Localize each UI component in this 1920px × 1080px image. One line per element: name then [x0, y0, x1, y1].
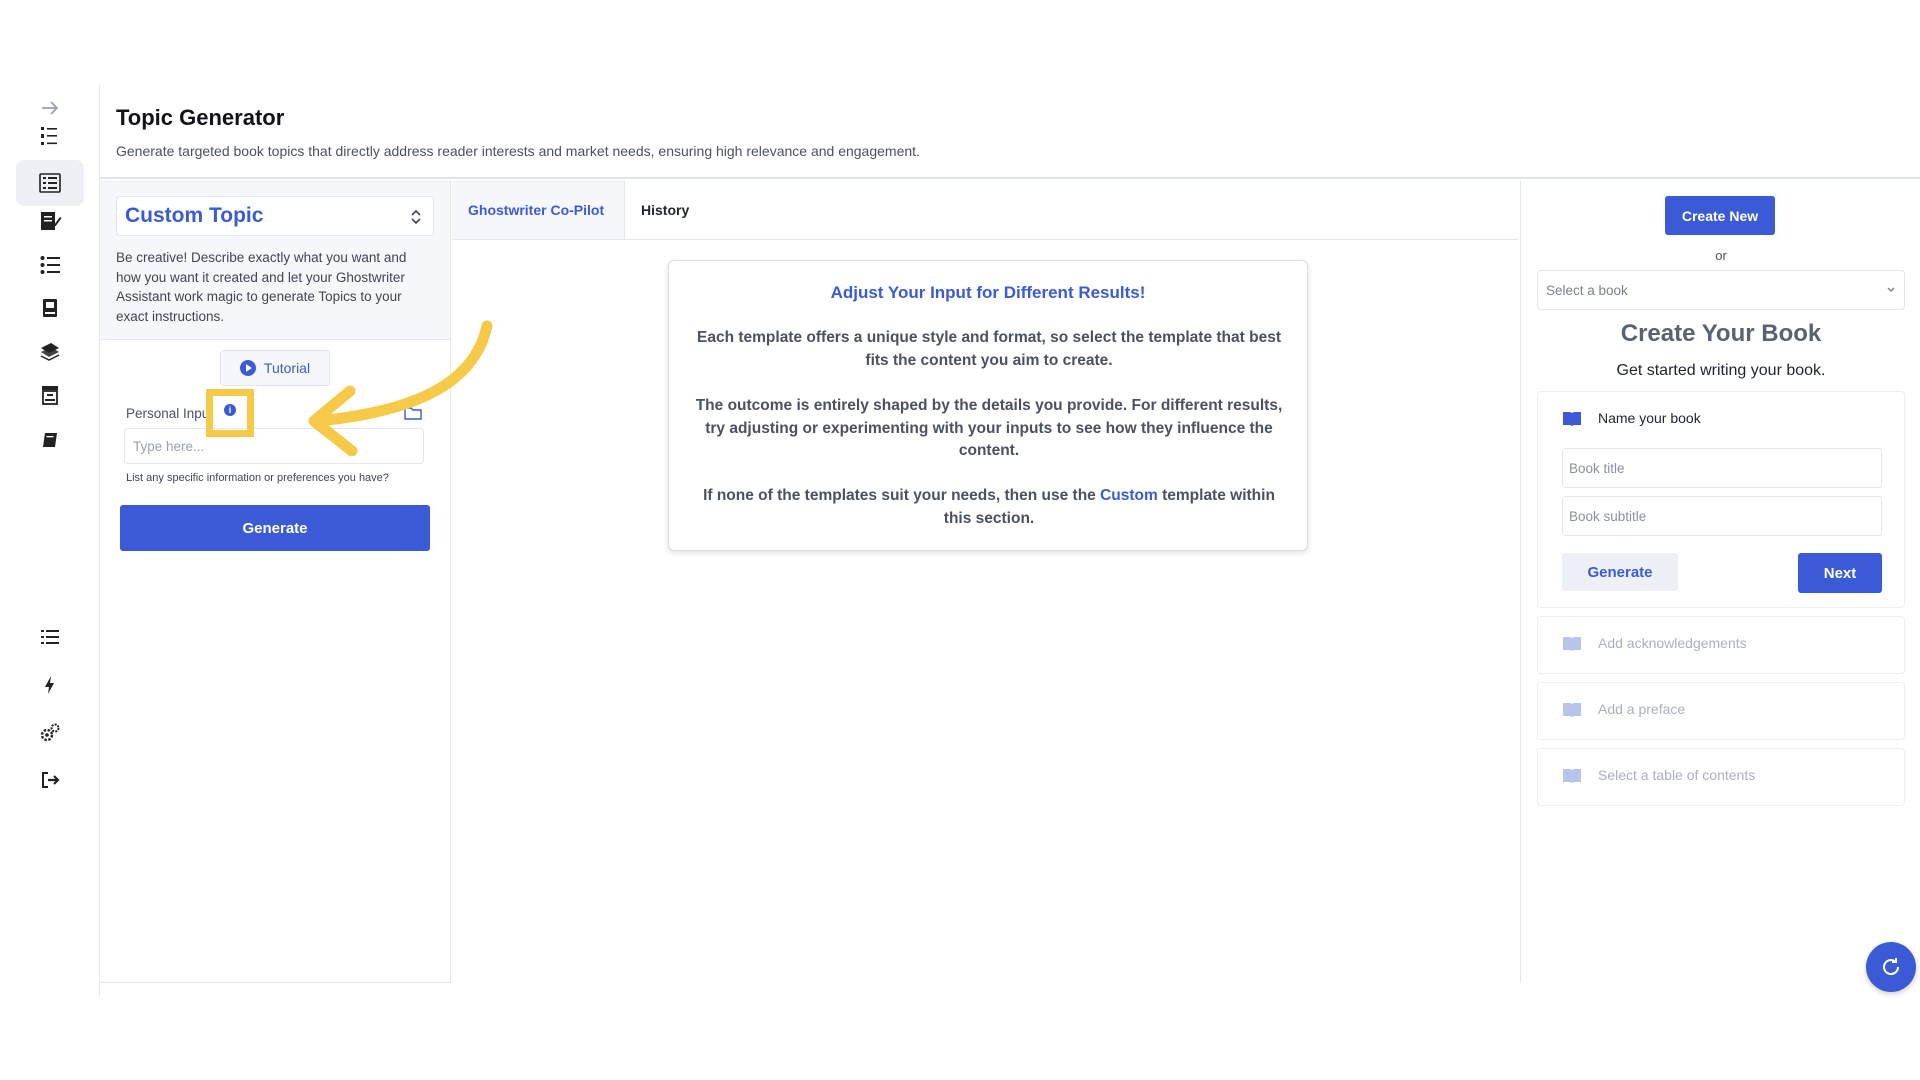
sidebar-item-archive[interactable]: [16, 372, 84, 418]
topic-template-select[interactable]: Custom Topic: [116, 196, 434, 236]
sidebar-item-books[interactable]: [16, 285, 84, 331]
highlight-box: [206, 389, 254, 437]
next-button[interactable]: Next: [1798, 553, 1882, 593]
step-label: Select a table of contents: [1598, 767, 1756, 783]
personal-input-help: List any specific information or prefere…: [126, 472, 389, 484]
book-panel: Create New or Select a book Create Your …: [1520, 180, 1920, 983]
refresh-icon: [1883, 958, 1900, 976]
page-header: Topic Generator Generate targeted book t…: [100, 85, 1920, 179]
personal-input-label: Personal Input: [126, 406, 214, 421]
book-icon: [43, 433, 57, 447]
step-name-book: Name your book Generate Next: [1537, 391, 1905, 608]
generate-button[interactable]: Generate: [120, 505, 430, 551]
sidebar-item-list[interactable]: [16, 242, 84, 288]
step-header: Add a preface: [1562, 701, 1685, 717]
step-header: Name your book: [1562, 410, 1701, 426]
sidebar-item-menu[interactable]: [16, 614, 84, 660]
chevron-down-icon: [1887, 287, 1895, 292]
settings-icon: [40, 723, 60, 742]
open-book-icon: [1563, 703, 1581, 717]
assistant-fab[interactable]: [1866, 942, 1916, 992]
archive-icon: [42, 386, 58, 405]
step-table-of-contents[interactable]: Select a table of contents: [1537, 748, 1905, 806]
create-new-button[interactable]: Create New: [1665, 196, 1775, 235]
edit-book-icon: [41, 212, 62, 230]
step-preface[interactable]: Add a preface: [1537, 682, 1905, 740]
info-card-text: If none of the templates suit your needs…: [703, 487, 1101, 504]
custom-template-link[interactable]: Custom: [1100, 487, 1158, 504]
generate-title-button[interactable]: Generate: [1562, 553, 1678, 591]
book-select[interactable]: Select a book: [1537, 270, 1905, 310]
logout-icon: [42, 772, 60, 788]
tab-bar: Ghostwriter Co-Pilot History: [452, 180, 1519, 240]
step-label: Add acknowledgements: [1598, 635, 1747, 651]
play-icon: [239, 360, 256, 376]
sidebar-item-library[interactable]: [16, 328, 84, 374]
book-title-input[interactable]: [1562, 448, 1882, 488]
logout-button[interactable]: [16, 757, 84, 803]
info-card-title: Adjust Your Input for Different Results!: [830, 283, 1146, 302]
sidebar-item-reader[interactable]: [16, 417, 84, 463]
step-header: Select a table of contents: [1562, 767, 1755, 783]
step-label: Add a preface: [1598, 701, 1686, 717]
info-card: Adjust Your Input for Different Results!…: [668, 260, 1308, 551]
step-header: Add acknowledgements: [1562, 635, 1747, 651]
pointer-arrow-icon: [308, 320, 493, 456]
open-book-icon: [1563, 412, 1581, 426]
info-card-paragraph: The outcome is entirely shaped by the de…: [695, 397, 1283, 459]
open-book-icon: [1563, 769, 1581, 783]
book-stack-icon: [43, 299, 57, 317]
create-book-title: Create Your Book: [1620, 320, 1822, 347]
topic-template-value: Custom Topic: [125, 204, 264, 227]
sidebar-item-power[interactable]: [16, 662, 84, 708]
list-icon: [40, 256, 60, 274]
tab-history[interactable]: History: [625, 180, 705, 239]
book-select-placeholder: Select a book: [1546, 282, 1628, 298]
books-icon: [40, 343, 60, 361]
open-book-icon: [1563, 637, 1581, 651]
lightning-icon: [45, 676, 54, 694]
or-separator: or: [1715, 248, 1727, 263]
info-card-paragraph: If none of the templates suit your needs…: [689, 485, 1289, 530]
book-list-icon: [39, 173, 61, 193]
create-book-subtitle: Get started writing your book.: [1616, 362, 1826, 379]
tab-ghostwriter-copilot[interactable]: Ghostwriter Co-Pilot: [452, 180, 625, 239]
chevron-up-down-icon: [411, 209, 421, 225]
step-label: Name your book: [1598, 410, 1701, 426]
sidebar-item-outline[interactable]: [16, 113, 84, 159]
page-title: Topic Generator: [116, 105, 285, 130]
topic-form-panel: Custom Topic Be creative! Describe exact…: [100, 180, 451, 983]
sidebar-item-settings[interactable]: [16, 710, 84, 756]
menu-list-icon: [41, 630, 59, 644]
step-acknowledgements[interactable]: Add acknowledgements: [1537, 616, 1905, 674]
sidebar-item-editor[interactable]: [16, 198, 84, 244]
book-subtitle-input[interactable]: [1562, 496, 1882, 536]
info-card-paragraph: Each template offers a unique style and …: [697, 329, 1281, 369]
page-subtitle: Generate targeted book topics that direc…: [116, 143, 920, 159]
numbered-list-icon: [41, 127, 57, 145]
sidebar-rail: [0, 85, 100, 997]
